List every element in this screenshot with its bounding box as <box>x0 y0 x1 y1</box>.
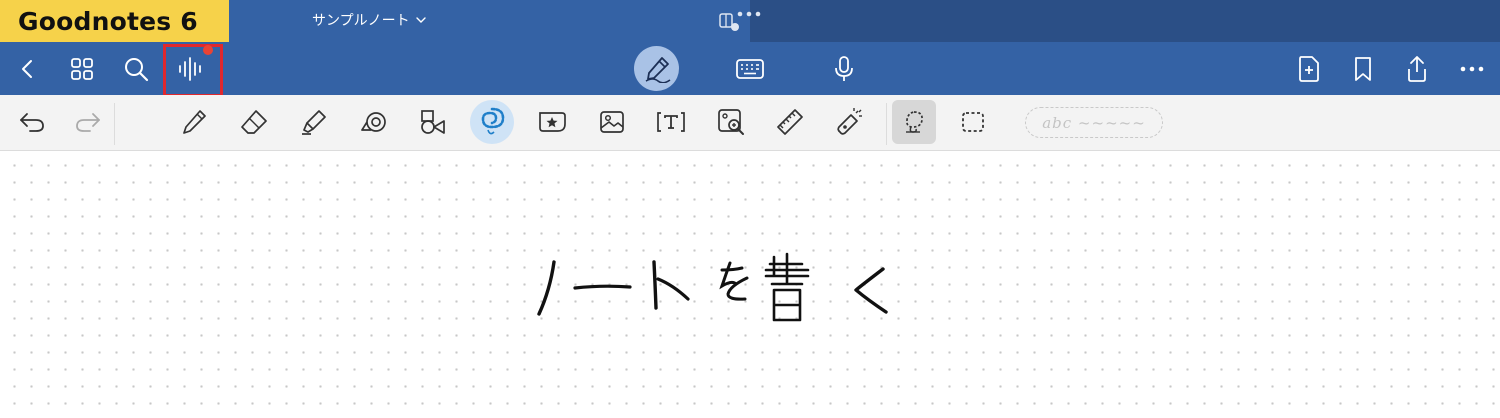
ruler-tool[interactable] <box>768 100 812 144</box>
undo-button[interactable] <box>10 100 54 144</box>
pen-scribble-icon <box>645 56 670 83</box>
multitasking-control[interactable] <box>718 8 762 32</box>
ruler-icon <box>777 109 803 135</box>
eraser-icon <box>241 110 267 134</box>
app-name-label: Goodnotes 6 <box>0 0 229 44</box>
library-grid-button[interactable] <box>62 42 102 95</box>
more-options-button[interactable] <box>1452 42 1492 95</box>
add-page-button[interactable] <box>1289 42 1329 95</box>
rectangle-select-icon <box>962 112 984 132</box>
keyboard-icon <box>736 58 764 79</box>
text-box-icon <box>657 112 685 132</box>
freeform-lasso-icon <box>906 111 923 133</box>
lasso-tool[interactable] <box>470 100 514 144</box>
chevron-left-icon <box>22 59 32 78</box>
shapes-icon <box>421 110 445 134</box>
share-icon <box>1408 55 1426 82</box>
handwritten-text <box>537 252 888 322</box>
undo-icon <box>20 113 44 132</box>
elements-tool[interactable] <box>530 100 574 144</box>
add-page-icon <box>1299 55 1319 82</box>
grid-icon <box>71 57 93 80</box>
chevron-down-icon <box>415 12 426 28</box>
image-tool[interactable] <box>590 100 634 144</box>
image-icon <box>600 111 624 133</box>
highlighter-icon <box>302 110 326 135</box>
keyboard-input-mode-button[interactable] <box>730 42 770 95</box>
zoom-window-tool[interactable] <box>709 100 753 144</box>
sticker-star-icon <box>539 112 566 132</box>
highlighter-tool[interactable] <box>292 100 336 144</box>
laser-pointer-icon <box>837 108 862 135</box>
bookmark-icon <box>1355 56 1371 81</box>
pen-input-mode-button[interactable] <box>634 46 679 91</box>
recording-indicator-dot <box>203 45 213 55</box>
document-title-menu[interactable]: サンプルノート <box>312 8 426 32</box>
redo-icon <box>76 113 100 132</box>
laser-pointer-tool[interactable] <box>828 100 872 144</box>
toolbar-divider <box>886 103 887 145</box>
convert-handwriting-pill[interactable]: abc ~~~~~ <box>1025 107 1163 138</box>
document-title: サンプルノート <box>312 13 410 29</box>
image-search-icon <box>718 109 744 135</box>
search-icon <box>125 57 149 81</box>
shapes-tool[interactable] <box>411 100 455 144</box>
more-icon <box>1460 66 1484 71</box>
redo-button[interactable] <box>66 100 110 144</box>
pen-icon <box>183 110 206 134</box>
lasso-icon <box>481 107 505 135</box>
share-button[interactable] <box>1397 42 1437 95</box>
rectangle-select-mode[interactable] <box>951 100 995 144</box>
title-bar-shade <box>750 0 1500 42</box>
eraser-tool[interactable] <box>232 100 276 144</box>
microphone-icon <box>835 55 853 81</box>
tape-icon <box>361 112 386 132</box>
tape-tool[interactable] <box>352 100 396 144</box>
back-button[interactable] <box>8 42 48 95</box>
highlight-annotation-box <box>163 44 223 97</box>
voice-input-mode-button[interactable] <box>824 42 864 95</box>
pen-tool[interactable] <box>172 100 216 144</box>
toolbar-divider <box>114 103 115 145</box>
search-button[interactable] <box>116 42 156 95</box>
text-tool[interactable] <box>649 100 693 144</box>
bookmark-button[interactable] <box>1343 42 1383 95</box>
freeform-lasso-mode[interactable] <box>892 100 936 144</box>
